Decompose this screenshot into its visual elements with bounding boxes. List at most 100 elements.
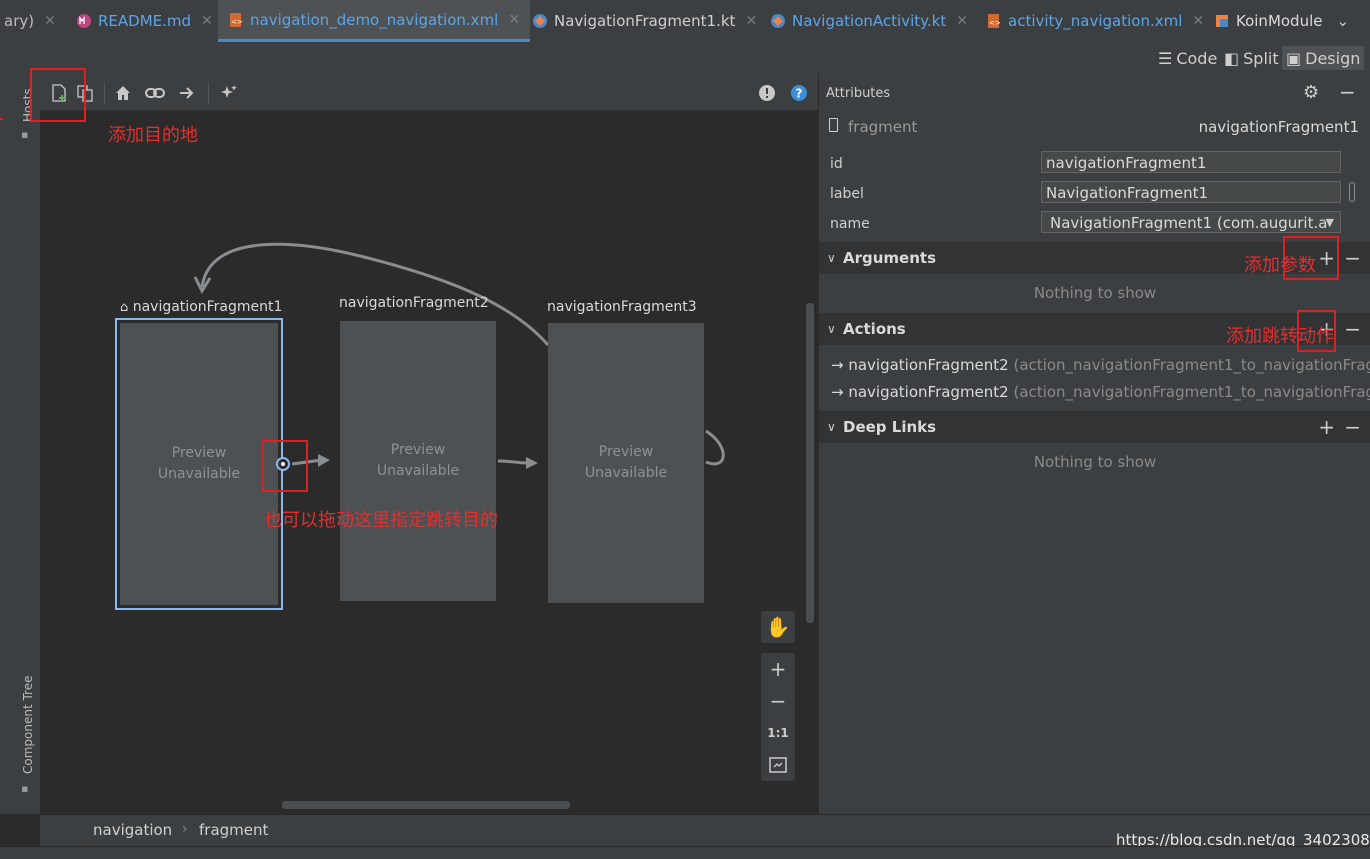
id-label: id xyxy=(830,156,843,172)
annotation-add-action: 添加跳转动作 xyxy=(1226,326,1334,347)
navigation-graph-canvas[interactable]: ⌂ navigationFragment1 Preview Unavailabl… xyxy=(40,111,818,814)
annotation-drag-hint: 也可以拖动这里指定跳转目的 xyxy=(264,510,498,531)
close-icon[interactable]: ✕ xyxy=(1192,13,1204,29)
tab-label: ary) xyxy=(4,12,35,30)
action-id: (action_navigationFragment1_to_navigatio… xyxy=(1013,383,1370,401)
label-field[interactable]: NavigationFragment1 xyxy=(1041,181,1341,203)
tab-activity-navigation-xml[interactable]: <> activity_navigation.xml ✕ xyxy=(986,0,1204,42)
label-label: label xyxy=(830,186,864,202)
left-tool-strip: Hosts ▪ Component Tree ▪ xyxy=(0,74,41,814)
close-icon[interactable]: ✕ xyxy=(44,13,56,29)
svg-text:?: ? xyxy=(796,87,803,101)
breadcrumb-navigation[interactable]: navigation xyxy=(93,821,172,839)
close-icon[interactable]: ✕ xyxy=(508,12,520,28)
zoom-actual-size-button[interactable]: 1:1 xyxy=(761,717,795,749)
warning-icon[interactable] xyxy=(756,82,778,104)
vertical-scrollbar[interactable] xyxy=(806,303,814,623)
zoom-controls: + − 1:1 xyxy=(761,653,795,781)
zoom-in-icon[interactable]: + xyxy=(761,653,795,685)
design-label: Design xyxy=(1305,48,1361,68)
action-list-item[interactable]: → navigationFragment2 (action_navigation… xyxy=(831,356,1370,374)
image-icon: ▣ xyxy=(1286,48,1302,68)
chevron-down-icon[interactable]: ∨ xyxy=(827,251,836,265)
editor-tab-bar: ary) ✕ README.md ✕ <> navigation_demo_na… xyxy=(0,0,1370,43)
chevron-down-icon[interactable]: ⌄ xyxy=(1336,12,1349,30)
split-view-button[interactable]: ◧ Split xyxy=(1224,46,1279,70)
auto-arrange-icon[interactable] xyxy=(218,82,240,104)
arrow-right-icon: → xyxy=(831,383,849,401)
toolbar-divider xyxy=(104,82,105,104)
dropdown-arrow-icon: ▼ xyxy=(1325,216,1334,229)
pan-control: ✋ xyxy=(761,611,795,643)
svg-text:<>: <> xyxy=(989,19,1001,27)
close-icon[interactable]: ✕ xyxy=(201,13,213,29)
zoom-out-icon[interactable]: − xyxy=(761,685,795,717)
tree-icon: ▪ xyxy=(21,782,29,795)
action-list-item[interactable]: → navigationFragment2 (action_navigation… xyxy=(831,383,1370,401)
destination-label-3: navigationFragment3 xyxy=(547,299,697,315)
chevron-down-icon[interactable]: ∨ xyxy=(827,322,836,336)
attributes-panel: Attributes ⚙ − fragment navigationFragme… xyxy=(818,74,1370,814)
code-label: Code xyxy=(1176,48,1218,68)
toolbar-divider xyxy=(208,82,209,104)
attributes-title: Attributes xyxy=(826,86,891,101)
tab-readme[interactable]: README.md ✕ xyxy=(76,0,213,42)
home-icon: ⌂ xyxy=(120,300,129,315)
preview-unavailable-text: Preview Unavailable xyxy=(376,442,460,479)
name-dropdown[interactable]: NavigationFragment1 (com.augurit.a ▼ xyxy=(1041,211,1341,233)
annotation-box-add-destination xyxy=(30,68,86,122)
link-icon[interactable] xyxy=(144,82,166,104)
destination-navigationfragment3[interactable]: Preview Unavailable xyxy=(548,323,704,603)
close-icon[interactable]: ✕ xyxy=(956,13,968,29)
breadcrumb-fragment[interactable]: fragment xyxy=(199,821,268,839)
arguments-empty-text: Nothing to show xyxy=(1033,284,1157,302)
id-field[interactable]: navigationFragment1 xyxy=(1041,151,1341,173)
resource-picker-handle[interactable] xyxy=(1349,182,1355,202)
tab-koinmodule[interactable]: KoinModule ⌄ xyxy=(1214,0,1349,42)
tab-label: NavigationActivity.kt xyxy=(792,12,947,30)
split-icon: ◧ xyxy=(1224,48,1240,68)
kotlin-class-icon xyxy=(1214,13,1230,29)
kotlin-file-icon xyxy=(532,13,548,29)
horizontal-scrollbar[interactable] xyxy=(282,801,570,809)
tab-navigationactivity-kt[interactable]: NavigationActivity.kt ✕ xyxy=(770,0,968,42)
bottom-tool-strip xyxy=(0,846,1370,859)
breadcrumb: navigation › fragment https://blog.csdn.… xyxy=(40,814,1370,849)
minimize-icon[interactable]: − xyxy=(1339,80,1356,104)
tab-navigation-demo-xml[interactable]: <> navigation_demo_navigation.xml ✕ xyxy=(218,0,531,42)
tab-label: README.md xyxy=(98,12,192,30)
close-icon[interactable]: ✕ xyxy=(745,13,757,29)
code-view-button[interactable]: ☰ Code xyxy=(1158,46,1217,70)
design-view-button[interactable]: ▣ Design xyxy=(1282,46,1365,70)
hand-icon[interactable]: ✋ xyxy=(761,611,795,643)
destination-name: navigationFragment1 xyxy=(132,299,283,315)
preview-unavailable-text: Preview Unavailable xyxy=(157,445,241,482)
remove-action-button[interactable]: − xyxy=(1344,317,1361,341)
add-deep-link-button[interactable]: + xyxy=(1318,415,1335,439)
help-icon[interactable]: ? xyxy=(788,82,810,104)
xml-file-icon: <> xyxy=(986,13,1002,29)
canvas-toolbar: ? xyxy=(40,74,818,111)
deep-links-empty-text: Nothing to show xyxy=(1033,453,1157,471)
lines-icon: ☰ xyxy=(1158,48,1173,68)
annotation-add-destination: 添加目的地 xyxy=(108,125,198,146)
component-tree-tab[interactable]: Component Tree xyxy=(21,676,35,774)
destination-label-1: ⌂ navigationFragment1 xyxy=(120,299,282,315)
action-id: (action_navigationFragment1_to_navigatio… xyxy=(1013,356,1370,374)
remove-argument-button[interactable]: − xyxy=(1344,246,1361,270)
remove-deep-link-button[interactable]: − xyxy=(1344,415,1361,439)
xml-file-icon: <> xyxy=(228,12,244,28)
kotlin-file-icon xyxy=(770,13,786,29)
fit-screen-icon[interactable] xyxy=(761,749,795,781)
tab-navigationfragment1-kt[interactable]: NavigationFragment1.kt ✕ xyxy=(532,0,757,42)
gear-icon[interactable]: ⚙ xyxy=(1303,82,1319,103)
action-destination: navigationFragment2 xyxy=(848,356,1009,374)
destination-navigationfragment1[interactable]: Preview Unavailable xyxy=(120,323,278,605)
arrow-right-icon[interactable] xyxy=(176,82,198,104)
tab-ary[interactable]: ary) ✕ xyxy=(4,0,56,42)
home-icon[interactable] xyxy=(112,82,134,104)
destination-navigationfragment2[interactable]: Preview Unavailable xyxy=(340,321,496,601)
view-mode-bar: ☰ Code ◧ Split ▣ Design xyxy=(0,42,1370,74)
chevron-down-icon[interactable]: ∨ xyxy=(827,420,836,434)
tab-label: navigation_demo_navigation.xml xyxy=(250,10,499,29)
